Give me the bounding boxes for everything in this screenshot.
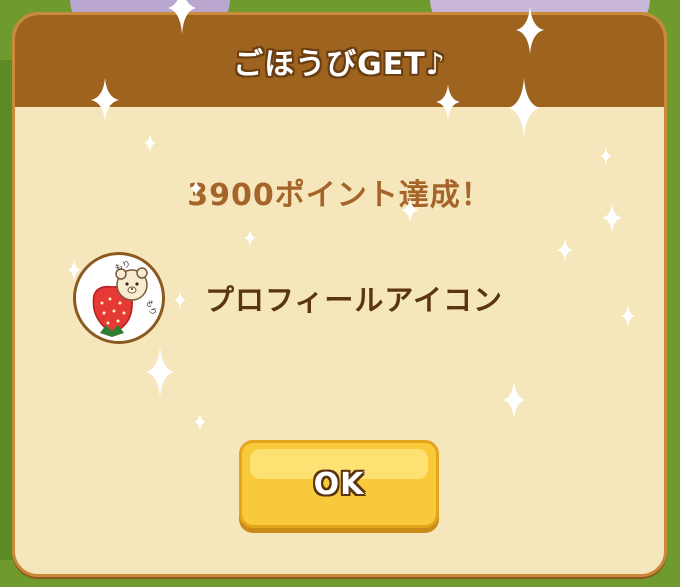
ok-button[interactable]: OK [239,440,439,528]
dialog-header: ごほうびGET♪ [15,15,664,107]
reward-dialog: ごほうびGET♪ 3900ポイント達成！ もり もり プロフィールアイコン OK [12,12,667,577]
achievement-text: 3900ポイント達成！ [187,178,492,213]
strawberry-bear-icon: もり もり [73,252,165,344]
dialog-title: ごほうびGET♪ [233,47,446,82]
reward-item: もり もり プロフィールアイコン [73,250,503,346]
reward-label: プロフィールアイコン [205,283,503,317]
game-screen: ごほうびGET♪ 3900ポイント達成！ もり もり プロフィールアイコン OK [0,0,680,587]
svg-text:もり: もり [144,299,158,317]
ok-button-label: OK [313,466,365,502]
